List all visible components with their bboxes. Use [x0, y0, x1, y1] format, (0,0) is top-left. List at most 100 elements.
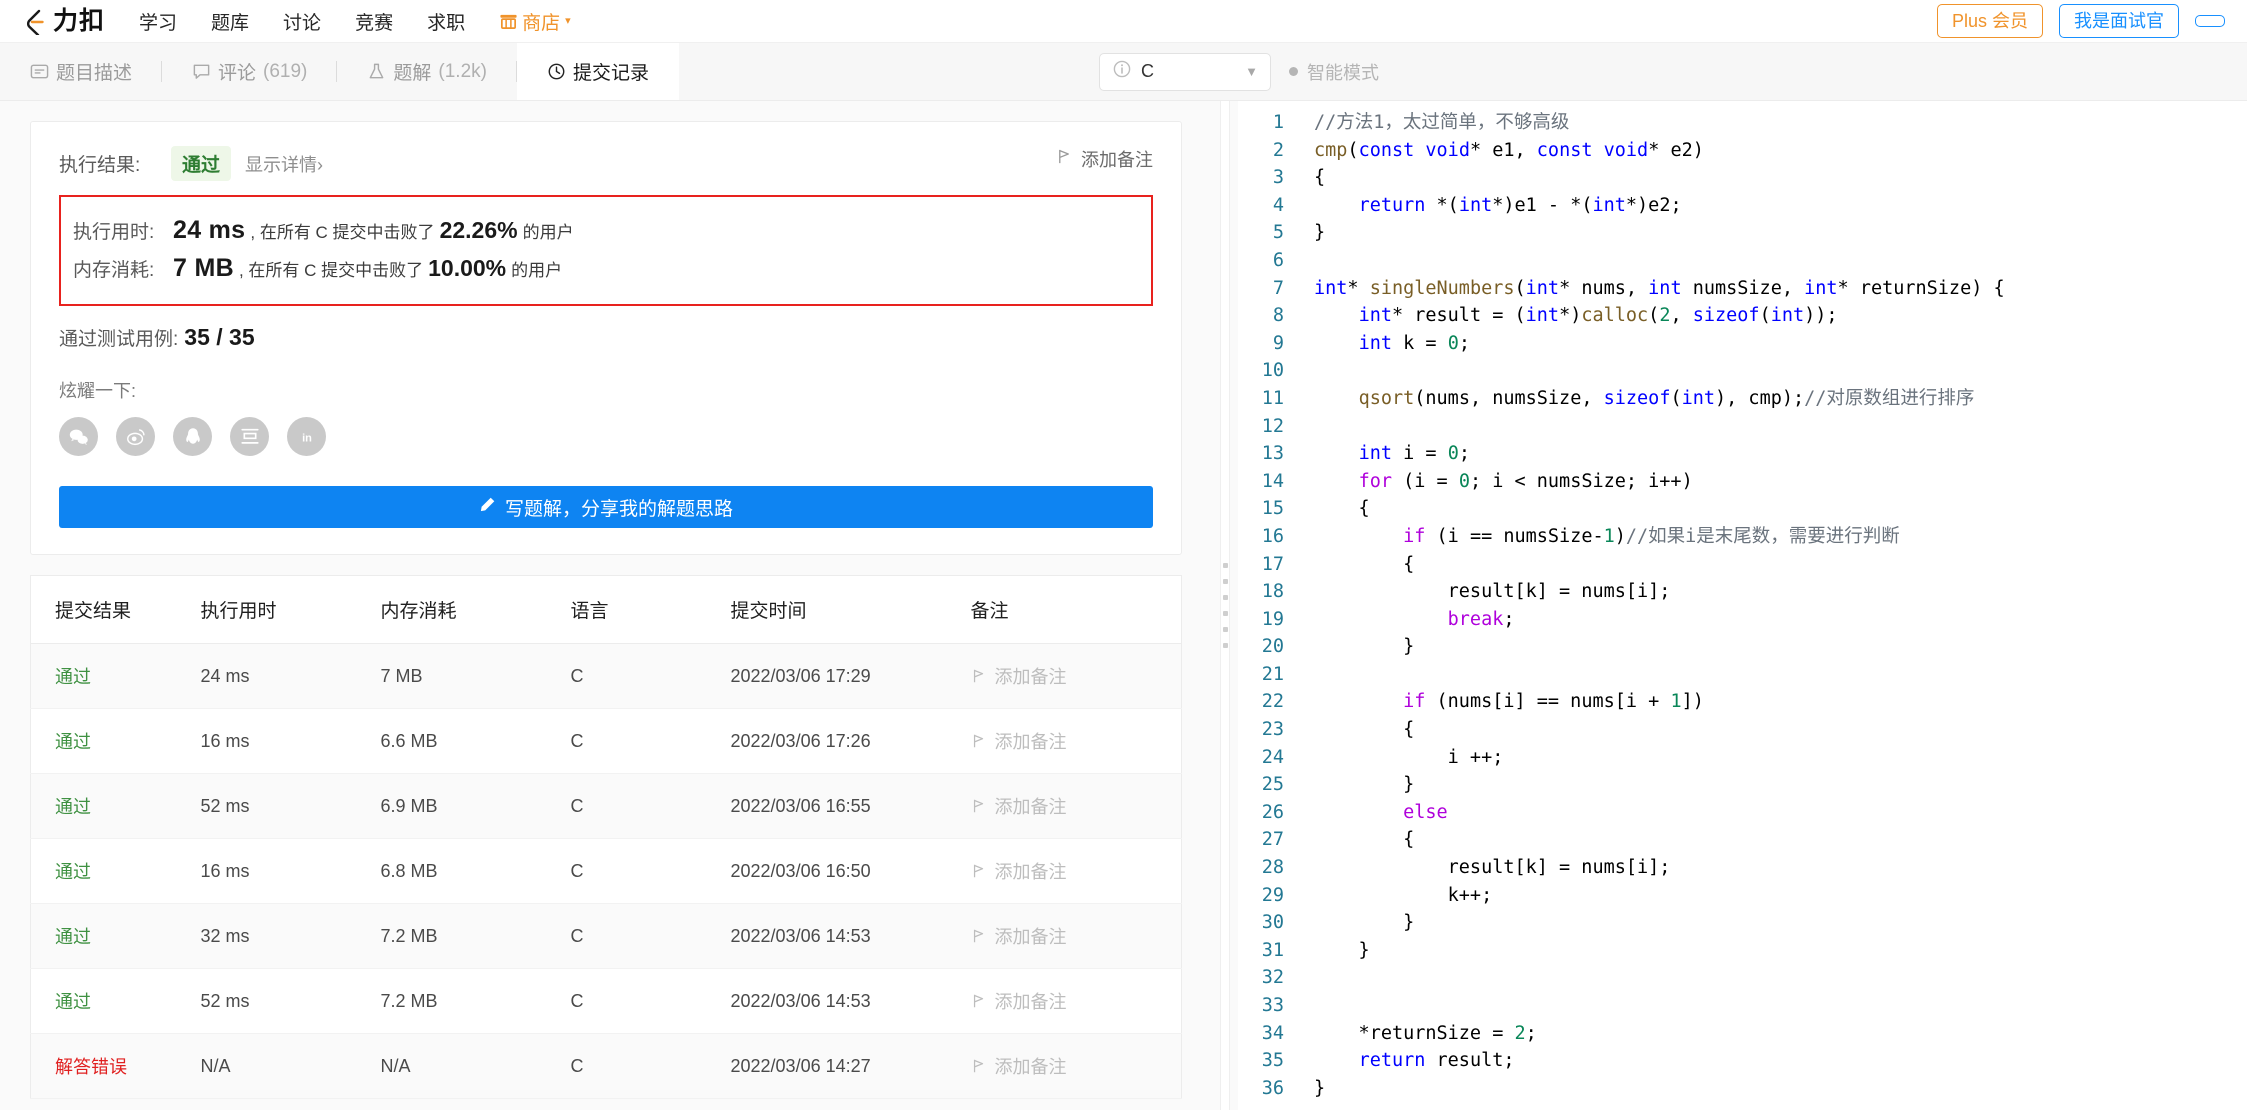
nav-label: 求职 — [427, 12, 466, 34]
nav-discuss[interactable]: 讨论 — [283, 8, 321, 35]
leetcode-mark-icon — [22, 7, 50, 35]
add-note-button[interactable]: 添加备注 — [971, 1053, 1172, 1079]
line-number: 34 — [1261, 1022, 1284, 1044]
wechat-icon[interactable] — [59, 417, 98, 456]
table-row[interactable]: 通过 32 ms 7.2 MB C 2022/03/06 14:53 添加备注 — [30, 903, 1182, 969]
col-header-language[interactable]: 语言 — [570, 575, 731, 644]
line-content: } — [1314, 912, 1415, 934]
table-row[interactable]: 解答错误 N/A N/A C 2022/03/06 14:27 添加备注 — [30, 1033, 1182, 1099]
line-number: 15 — [1261, 498, 1284, 520]
table-row[interactable]: 通过 52 ms 6.9 MB C 2022/03/06 16:55 添加备注 — [30, 773, 1182, 839]
leetcode-logo[interactable]: 力扣 — [22, 7, 105, 35]
cell-memory: N/A — [380, 1033, 571, 1099]
exec-result-label: 执行结果: — [59, 155, 141, 176]
tab-count: (619) — [263, 60, 308, 82]
col-header-result[interactable]: 提交结果 — [30, 575, 201, 644]
line-content: int* singleNumbers(int* nums, int numsSi… — [1314, 277, 2005, 299]
code-viewer[interactable]: 1 //方法1，太过简单，不够高级 2 cmp(const void* e1, con… — [1238, 101, 2247, 1102]
line-content: { — [1314, 498, 1370, 520]
weibo-icon[interactable] — [116, 417, 155, 456]
code-line: 13 int i = 0; — [1238, 440, 2247, 468]
smart-mode-toggle[interactable]: 智能模式 — [1289, 59, 1379, 85]
table-row[interactable]: 通过 24 ms 7 MB C 2022/03/06 17:29 添加备注 — [30, 643, 1182, 709]
submission-status-link[interactable]: 解答错误 — [55, 1057, 127, 1077]
show-detail-link[interactable]: 显示详情› — [245, 151, 323, 177]
code-line: 3{ — [1238, 164, 2247, 192]
cell-memory: 7 MB — [380, 643, 571, 709]
line-number: 30 — [1261, 912, 1284, 934]
submission-status-link[interactable]: 通过 — [55, 667, 91, 687]
flag-icon — [973, 929, 983, 943]
resize-grip[interactable] — [1220, 101, 1230, 1110]
tab-solutions[interactable]: 题解 (1.2k) — [337, 43, 517, 100]
cell-language: C — [570, 968, 731, 1034]
add-note-button[interactable]: 添加备注 — [971, 988, 1172, 1014]
nav-study[interactable]: 学习 — [139, 8, 177, 35]
add-note-button[interactable]: 添加备注 — [971, 793, 1172, 819]
chevron-down-icon: ▾ — [565, 14, 571, 27]
submission-status-link[interactable]: 通过 — [55, 927, 91, 947]
cell-note: 添加备注 — [970, 708, 1182, 774]
memory-label: 内存消耗: — [73, 260, 155, 281]
language-select[interactable]: C ▼ — [1099, 52, 1271, 91]
tab-label: 评论 — [218, 63, 257, 84]
col-header-time[interactable]: 提交时间 — [730, 575, 971, 644]
memory-percentile: 10.00% — [428, 255, 507, 281]
submission-status-link[interactable]: 通过 — [55, 862, 91, 882]
cell-time: 2022/03/06 14:53 — [730, 968, 971, 1034]
submission-status-link[interactable]: 通过 — [55, 732, 91, 752]
code-line: 16 if (i == numsSize-1)//如果i是末尾数，需要进行判断 — [1238, 523, 2247, 551]
add-note-label: 添加备注 — [994, 862, 1067, 882]
add-note-label: 添加备注 — [994, 992, 1067, 1012]
add-note-label: 添加备注 — [994, 667, 1067, 687]
runtime-label: 执行用时: — [73, 222, 155, 243]
add-note-button[interactable]: 添加备注 — [1056, 146, 1153, 172]
interviewer-button[interactable]: 我是面试官 — [2059, 3, 2179, 39]
code-editor-pane[interactable]: 1 //方法1，太过简单，不够高级 2 cmp(const void* e1, con… — [1238, 101, 2247, 1110]
add-note-button[interactable]: 添加备注 — [971, 858, 1172, 884]
col-header-memory[interactable]: 内存消耗 — [380, 575, 571, 644]
linkedin-icon[interactable]: in — [287, 417, 326, 456]
tab-submissions[interactable]: 提交记录 — [516, 43, 679, 100]
table-row[interactable]: 通过 16 ms 6.6 MB C 2022/03/06 17:26 添加备注 — [30, 708, 1182, 774]
flag-icon — [1056, 148, 1073, 170]
line-content — [1300, 413, 1325, 441]
line-number: 22 — [1261, 691, 1284, 713]
nav-store[interactable]: 商店 ▾ — [499, 8, 571, 35]
store-icon — [499, 12, 518, 31]
memory-value: 7 MB — [173, 254, 234, 282]
submissions-pane: 添加备注 执行结果: 通过 显示详情› 执行用时: 24 ms , 在所有 C … — [0, 101, 1212, 1110]
line-number: 16 — [1261, 525, 1284, 547]
cell-result: 通过 — [30, 643, 201, 709]
nav-jobs[interactable]: 求职 — [427, 8, 465, 35]
memory-middle-text: , 在所有 C 提交中击败了 — [238, 261, 424, 280]
nav-problems[interactable]: 题库 — [211, 8, 249, 35]
douban-icon[interactable] — [230, 417, 269, 456]
share-icon-list: in — [59, 417, 1153, 456]
clipped-button[interactable] — [2195, 15, 2225, 27]
table-head: 提交结果 执行用时 内存消耗 语言 提交时间 备注 — [30, 575, 1182, 644]
add-note-button[interactable]: 添加备注 — [971, 663, 1172, 689]
add-note-button[interactable]: 添加备注 — [971, 923, 1172, 949]
cell-time: 2022/03/06 16:55 — [730, 773, 971, 839]
line-number: 3 — [1272, 167, 1284, 189]
add-note-button[interactable]: 添加备注 — [971, 728, 1172, 754]
tab-description[interactable]: 题目描述 — [0, 43, 163, 100]
code-line: 26 else — [1238, 799, 2247, 827]
write-solution-button[interactable]: 写题解，分享我的解题思路 — [59, 486, 1153, 528]
col-header-runtime[interactable]: 执行用时 — [200, 575, 381, 644]
table-row[interactable]: 通过 52 ms 7.2 MB C 2022/03/06 14:53 添加备注 — [30, 968, 1182, 1034]
pane-resize-handle[interactable] — [1212, 101, 1238, 1110]
flag-icon — [973, 669, 983, 683]
tab-comments[interactable]: 评论 (619) — [162, 43, 338, 100]
col-header-note[interactable]: 备注 — [970, 575, 1182, 644]
submission-status-link[interactable]: 通过 — [55, 992, 91, 1012]
cell-runtime: 32 ms — [200, 903, 381, 969]
nav-contest[interactable]: 竞赛 — [355, 8, 393, 35]
plus-member-button[interactable]: Plus 会员 — [1936, 3, 2043, 39]
cell-result: 通过 — [30, 708, 201, 774]
submission-status-link[interactable]: 通过 — [55, 797, 91, 817]
info-icon — [1112, 59, 1132, 84]
table-row[interactable]: 通过 16 ms 6.8 MB C 2022/03/06 16:50 添加备注 — [30, 838, 1182, 904]
qq-icon[interactable] — [173, 417, 212, 456]
